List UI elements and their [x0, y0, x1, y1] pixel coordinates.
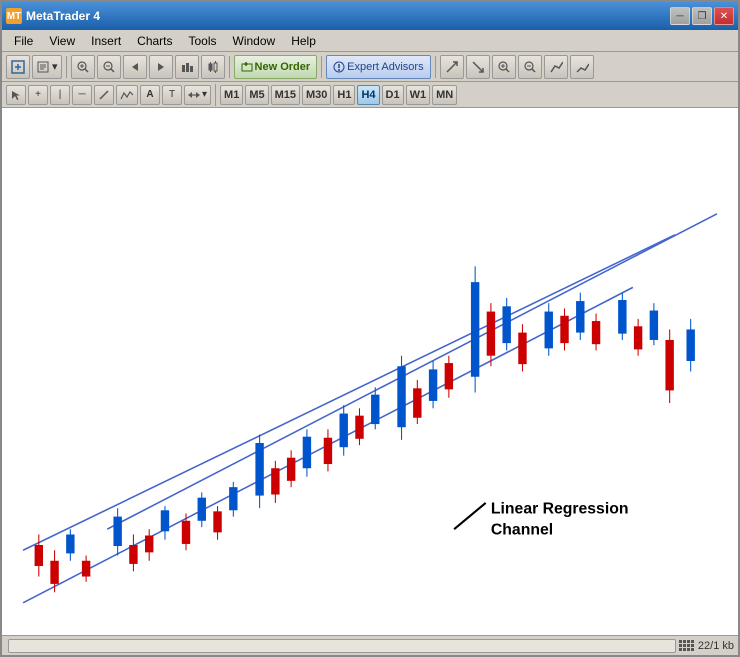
chart-icon-3[interactable] — [492, 55, 516, 79]
chart-icon-4[interactable] — [518, 55, 542, 79]
status-info: 22/1 kb — [698, 640, 734, 652]
svg-text:Linear Regression: Linear Regression — [491, 500, 629, 517]
line-tool-d[interactable] — [94, 85, 114, 105]
line-tool-h[interactable]: ─ — [72, 85, 92, 105]
menu-file[interactable]: File — [6, 32, 41, 50]
chart-type-button[interactable] — [175, 55, 199, 79]
chart-area: Linear Regression Channel — [2, 108, 738, 635]
window-controls: ─ ❐ ✕ — [670, 7, 734, 25]
title-bar: MT MetaTrader 4 ─ ❐ ✕ — [2, 2, 738, 30]
new-order-button[interactable]: New Order — [234, 55, 318, 79]
menu-insert[interactable]: Insert — [83, 32, 129, 50]
expert-advisors-label: Expert Advisors — [347, 61, 423, 73]
horizontal-scrollbar[interactable] — [8, 639, 676, 653]
expert-advisors-button[interactable]: Expert Advisors — [326, 55, 430, 79]
menu-bar: File View Insert Charts Tools Window Hel… — [2, 30, 738, 52]
chart-svg: Linear Regression Channel — [2, 108, 738, 635]
nav-right-button[interactable] — [149, 55, 173, 79]
chart-icon-1[interactable] — [440, 55, 464, 79]
zoom-in-button[interactable] — [71, 55, 95, 79]
menu-view[interactable]: View — [41, 32, 83, 50]
new-order-label: New Order — [255, 61, 311, 73]
period-w1[interactable]: W1 — [406, 85, 431, 105]
separator-2 — [229, 56, 230, 78]
period-m15[interactable]: M15 — [271, 85, 300, 105]
app-icon: MT — [6, 8, 22, 24]
arrow-tool[interactable]: ▾ — [184, 85, 211, 105]
main-window: MT MetaTrader 4 ─ ❐ ✕ File View Insert C… — [0, 0, 740, 657]
period-m5[interactable]: M5 — [245, 85, 268, 105]
minimize-button[interactable]: ─ — [670, 7, 690, 25]
separator-1 — [66, 56, 67, 78]
menu-help[interactable]: Help — [283, 32, 324, 50]
new-chart-button[interactable] — [6, 55, 30, 79]
template-button[interactable]: ▾ — [32, 55, 62, 79]
drawing-separator — [215, 84, 216, 106]
chart-icon-2[interactable] — [466, 55, 490, 79]
period-d1[interactable]: D1 — [382, 85, 404, 105]
crosshair-tool[interactable]: + — [28, 85, 48, 105]
grid-icon — [678, 639, 694, 653]
period-m30[interactable]: M30 — [302, 85, 331, 105]
period-icon-2[interactable] — [570, 55, 594, 79]
period-m1[interactable]: M1 — [220, 85, 243, 105]
candle-view-button[interactable] — [201, 55, 225, 79]
status-bar: 22/1 kb — [2, 635, 738, 655]
menu-tools[interactable]: Tools — [181, 32, 225, 50]
period-h4[interactable]: H4 — [357, 85, 379, 105]
restore-button[interactable]: ❐ — [692, 7, 712, 25]
separator-3 — [321, 56, 322, 78]
text-tool-t[interactable]: T — [162, 85, 182, 105]
close-button[interactable]: ✕ — [714, 7, 734, 25]
zoom-out-button[interactable] — [97, 55, 121, 79]
nav-left-button[interactable] — [123, 55, 147, 79]
toolbar-main: ▾ New Order Expert Advisors — [2, 52, 738, 82]
title-bar-left: MT MetaTrader 4 — [6, 8, 100, 24]
separator-4 — [435, 56, 436, 78]
line-tool-v[interactable]: | — [50, 85, 70, 105]
period-mn[interactable]: MN — [432, 85, 457, 105]
period-h1[interactable]: H1 — [333, 85, 355, 105]
text-tool-a[interactable]: A — [140, 85, 160, 105]
svg-text:Channel: Channel — [491, 521, 553, 538]
wave-tool[interactable] — [116, 85, 138, 105]
menu-charts[interactable]: Charts — [129, 32, 180, 50]
menu-window[interactable]: Window — [225, 32, 284, 50]
cursor-tool[interactable] — [6, 85, 26, 105]
period-icon-1[interactable] — [544, 55, 568, 79]
window-title: MetaTrader 4 — [26, 9, 100, 23]
toolbar-drawing: + | ─ A T ▾ M1 M5 M15 M30 H1 H4 D1 W1 MN — [2, 82, 738, 108]
app-icon-text: MT — [7, 11, 21, 22]
